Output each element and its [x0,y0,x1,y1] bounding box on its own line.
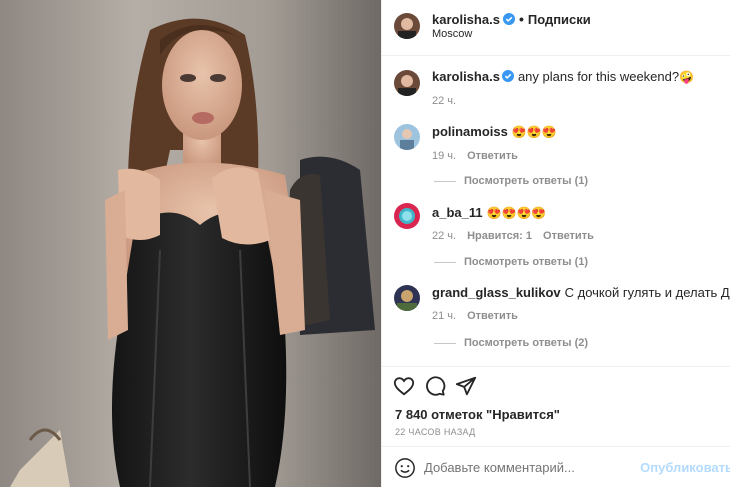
commenter-avatar[interactable] [394,203,420,229]
comment-icon[interactable] [424,375,446,397]
comment-body: 😍😍😍 [511,125,557,139]
comment-body: С дочкой гулять и делать ДЗ [564,285,730,300]
following-button[interactable]: Подписки [528,12,591,27]
view-replies-label: Посмотреть ответы (2) [464,337,589,349]
commenter-avatar[interactable] [394,285,420,311]
post-comment-button[interactable]: Опубликовать [640,460,730,475]
comment-time[interactable]: 21 ч. [432,310,456,322]
view-replies-button[interactable]: Посмотреть ответы (1) [434,256,588,268]
post-header: karolisha.s • Подписки Moscow [382,0,730,56]
reply-button[interactable]: Ответить [543,230,594,242]
view-replies-label: Посмотреть ответы (1) [464,256,589,268]
heart-icon[interactable] [393,375,415,397]
post-photo[interactable] [0,0,381,487]
view-replies-button[interactable]: Посмотреть ответы (2) [434,337,588,349]
comment-text: a_ba_11 😍😍😍😍 [432,205,546,220]
comment-text: polinamoiss 😍😍😍 [432,124,557,139]
comment-time[interactable]: 19 ч. [432,150,456,162]
replies-line [434,180,456,182]
verified-icon [501,70,514,82]
verified-icon [502,13,515,25]
replies-line [434,342,456,344]
comment-meta: 22 ч. Нравится: 1 Ответить [432,230,605,242]
author-avatar[interactable] [394,70,420,96]
emoji-picker-icon[interactable] [394,457,416,479]
view-replies-button[interactable]: Посмотреть ответы (1) [434,175,588,187]
caption-time[interactable]: 22 ч. [432,95,456,107]
reply-button[interactable]: Ответить [467,310,518,322]
likes-count[interactable]: 7 840 отметок "Нравится" [395,407,560,422]
comment-meta: 19 ч. Ответить [432,150,529,162]
comment-meta: 21 ч. Ответить [432,310,529,322]
comment-input[interactable] [424,460,664,475]
author-avatar[interactable] [394,13,420,39]
comment-username[interactable]: a_ba_11 [432,205,483,220]
caption-meta: 22 ч. [432,95,467,107]
post-image [0,0,381,487]
post-actions: 7 840 отметок "Нравится" 22 ЧАСОВ НАЗАД [382,366,730,437]
view-replies-label: Посмотреть ответы (1) [464,175,589,187]
commenter-avatar[interactable] [394,124,420,150]
post-panel: karolisha.s • Подписки Moscow karolisha.s a… [381,0,730,487]
post-time[interactable]: 22 ЧАСОВ НАЗАД [395,427,476,437]
comment-username[interactable]: polinamoiss [432,124,508,139]
comments-list[interactable]: karolisha.s any plans for this weekend?🤪 … [382,57,730,366]
comment-username[interactable]: grand_glass_kulikov [432,285,561,300]
add-comment-bar: Опубликовать [382,446,730,487]
comment-text: grand_glass_kulikov С дочкой гулять и дел… [432,285,730,300]
caption-emoji: 🤪 [679,70,695,84]
reply-button[interactable]: Ответить [467,150,518,162]
author-username[interactable]: karolisha.s [432,12,500,27]
comment-body: 😍😍😍😍 [486,206,547,220]
post-location[interactable]: Moscow [432,28,472,40]
comment-likes[interactable]: Нравится: 1 [467,230,532,242]
share-icon[interactable] [455,375,477,397]
separator-dot: • [518,11,524,27]
caption-username[interactable]: karolisha.s [432,69,500,84]
comment-time[interactable]: 22 ч. [432,230,456,242]
caption-text: karolisha.s any plans for this weekend?🤪 [432,69,694,84]
caption-body: any plans for this weekend? [517,69,680,84]
replies-line [434,261,456,263]
